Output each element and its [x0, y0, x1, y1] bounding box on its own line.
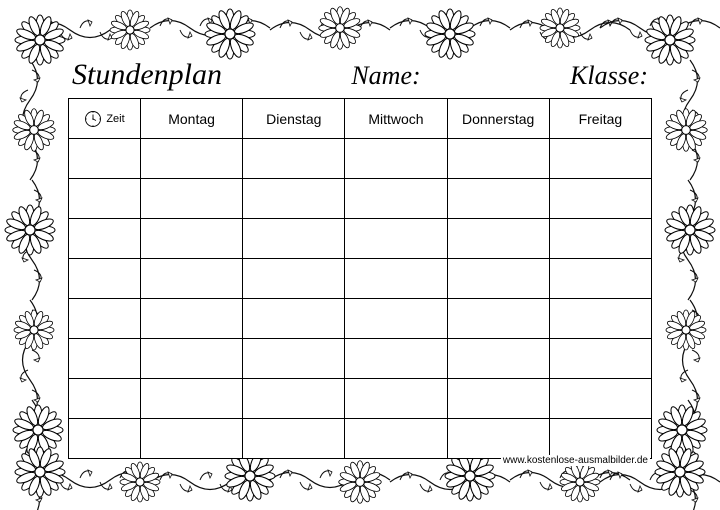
day-header-thu: Donnerstag [447, 99, 549, 139]
class-field-group: Klasse: [570, 61, 648, 91]
schedule-cell [141, 299, 243, 339]
schedule-cell [447, 259, 549, 299]
table-row [69, 219, 652, 259]
table-row [69, 379, 652, 419]
schedule-cell [345, 139, 447, 179]
schedule-cell [345, 259, 447, 299]
table-row [69, 139, 652, 179]
schedule-cell [141, 219, 243, 259]
schedule-cell [447, 299, 549, 339]
schedule-cell [549, 179, 651, 219]
schedule-cell [345, 299, 447, 339]
schedule-cell [549, 339, 651, 379]
schedule-cell [243, 379, 345, 419]
schedule-cell [345, 419, 447, 459]
schedule-cell [549, 259, 651, 299]
name-field-group: Name: [250, 61, 522, 91]
table-row [69, 299, 652, 339]
day-header-tue: Dienstag [243, 99, 345, 139]
schedule-cell [243, 339, 345, 379]
time-cell [69, 379, 141, 419]
schedule-cell [345, 179, 447, 219]
schedule-cell [345, 339, 447, 379]
time-cell [69, 179, 141, 219]
schedule-cell [141, 179, 243, 219]
time-cell [69, 259, 141, 299]
schedule-cell [549, 139, 651, 179]
time-column-header: Zeit [69, 99, 141, 139]
schedule-cell [141, 419, 243, 459]
name-label: Name: [351, 61, 420, 90]
schedule-cell [141, 339, 243, 379]
table-header-row: Zeit Montag Dienstag Mittwoch Donnerstag… [69, 99, 652, 139]
time-cell [69, 339, 141, 379]
schedule-cell [549, 419, 651, 459]
schedule-cell [447, 219, 549, 259]
schedule-cell [549, 379, 651, 419]
time-cell [69, 419, 141, 459]
day-header-mon: Montag [141, 99, 243, 139]
schedule-cell [243, 219, 345, 259]
schedule-cell [243, 259, 345, 299]
time-cell [69, 139, 141, 179]
schedule-cell [549, 219, 651, 259]
table-row [69, 339, 652, 379]
schedule-cell [447, 179, 549, 219]
schedule-cell [243, 419, 345, 459]
timetable: Zeit Montag Dienstag Mittwoch Donnerstag… [68, 98, 652, 459]
clock-icon [84, 110, 102, 128]
schedule-cell [447, 139, 549, 179]
schedule-cell [141, 139, 243, 179]
schedule-cell [345, 379, 447, 419]
timetable-page: Stundenplan Name: Klasse: [0, 0, 720, 510]
table-row [69, 419, 652, 459]
schedule-cell [447, 379, 549, 419]
page-title: Stundenplan [72, 58, 222, 92]
schedule-cell [243, 179, 345, 219]
schedule-cell [447, 419, 549, 459]
table-row [69, 259, 652, 299]
content-area: Stundenplan Name: Klasse: [68, 58, 652, 452]
time-cell [69, 299, 141, 339]
schedule-cell [345, 219, 447, 259]
schedule-cell [243, 299, 345, 339]
schedule-cell [447, 339, 549, 379]
day-header-wed: Mittwoch [345, 99, 447, 139]
class-label: Klasse: [570, 61, 648, 90]
table-row [69, 179, 652, 219]
source-url: www.kostenlose-ausmalbilder.de [501, 455, 650, 466]
time-header-label: Zeit [106, 113, 124, 125]
schedule-cell [141, 379, 243, 419]
time-cell [69, 219, 141, 259]
schedule-cell [141, 259, 243, 299]
schedule-cell [549, 299, 651, 339]
header-row: Stundenplan Name: Klasse: [68, 58, 652, 92]
day-header-fri: Freitag [549, 99, 651, 139]
schedule-cell [243, 139, 345, 179]
